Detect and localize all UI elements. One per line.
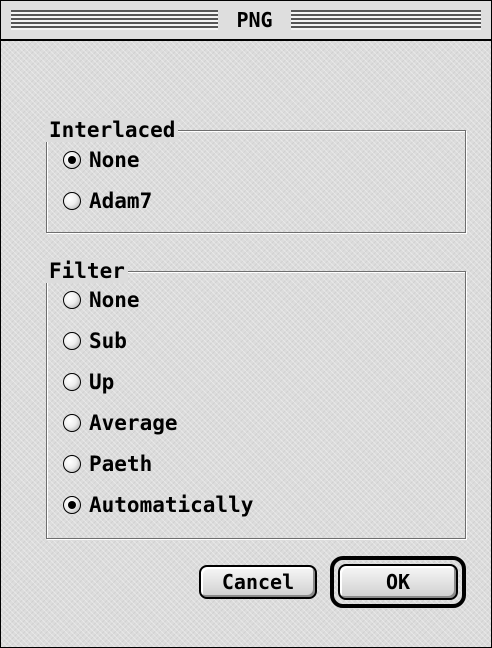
radio-label: Adam7 xyxy=(89,189,153,213)
radio-unselected-icon xyxy=(63,332,81,350)
interlaced-group: Interlaced xyxy=(45,118,466,233)
png-options-dialog: PNG Interlaced None Adam7 Filter None Su… xyxy=(0,0,492,648)
radio-unselected-icon xyxy=(63,414,81,432)
ok-button[interactable]: OK xyxy=(338,564,458,600)
radio-filter-sub[interactable]: Sub xyxy=(63,328,127,354)
interlaced-group-label: Interlaced xyxy=(45,118,179,142)
radio-filter-paeth[interactable]: Paeth xyxy=(63,451,152,477)
radio-unselected-icon xyxy=(63,373,81,391)
radio-filter-none[interactable]: None xyxy=(63,287,140,313)
radio-selected-icon xyxy=(63,496,81,514)
radio-filter-average[interactable]: Average xyxy=(63,410,178,436)
cancel-button[interactable]: Cancel xyxy=(199,565,317,599)
title-bar-stripes-right xyxy=(291,10,481,30)
radio-label: None xyxy=(89,288,140,312)
radio-filter-automatically[interactable]: Automatically xyxy=(63,492,253,518)
radio-interlaced-none[interactable]: None xyxy=(63,147,140,173)
radio-unselected-icon xyxy=(63,291,81,309)
radio-label: Average xyxy=(89,411,178,435)
radio-selected-icon xyxy=(63,151,81,169)
radio-label: None xyxy=(89,148,140,172)
radio-unselected-icon xyxy=(63,455,81,473)
radio-label: Up xyxy=(89,370,115,394)
filter-group-label: Filter xyxy=(45,259,128,283)
radio-unselected-icon xyxy=(63,192,81,210)
title-bar-stripes-left xyxy=(11,10,218,30)
radio-filter-up[interactable]: Up xyxy=(63,369,114,395)
radio-label: Automatically xyxy=(89,493,254,517)
radio-label: Paeth xyxy=(89,452,153,476)
radio-interlaced-adam7[interactable]: Adam7 xyxy=(63,188,152,214)
title-bar[interactable]: PNG xyxy=(1,1,491,41)
radio-label: Sub xyxy=(89,329,127,353)
window-title: PNG xyxy=(236,8,273,32)
